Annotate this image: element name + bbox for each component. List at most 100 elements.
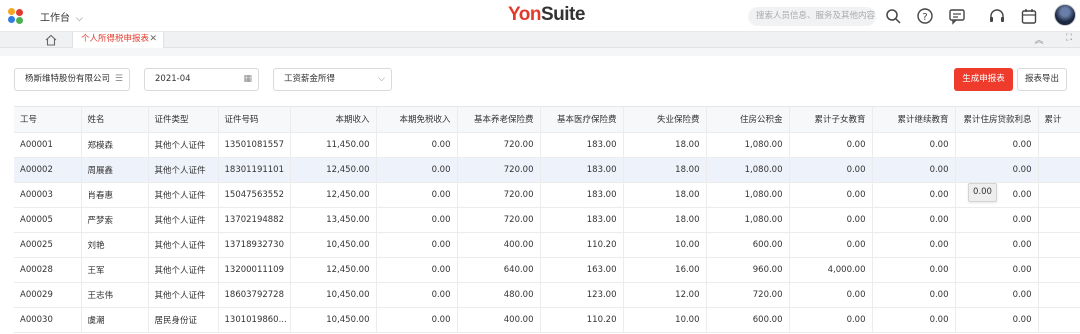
table-cell: 0.00	[955, 257, 1039, 283]
income-type-value: 工资薪金所得	[284, 74, 336, 84]
table-cell: 13702194882	[218, 207, 291, 233]
table-cell: 0.00	[789, 307, 873, 333]
table-cell: 10,450.00	[290, 232, 377, 258]
table-cell: 0.00	[872, 257, 956, 283]
svg-text:?: ?	[922, 12, 927, 23]
table-row[interactable]: A00002 周展鑫 其他个人证件 18301191101 12,450.00 0.00 7…	[14, 157, 1080, 183]
table-cell	[1038, 307, 1080, 333]
column-header[interactable]: 姓名	[81, 107, 149, 133]
table-cell: 其他个人证件	[148, 132, 219, 158]
column-header[interactable]: 证件号码	[218, 107, 291, 133]
column-header[interactable]: 基本医疗保险费	[540, 107, 624, 133]
table-cell: 12,450.00	[290, 182, 377, 208]
table-row[interactable]: A00028 王军 其他个人证件 13200011109 12,450.00 0.00 64…	[14, 257, 1080, 283]
table-cell	[1038, 257, 1080, 283]
table-cell: 0.00	[376, 307, 458, 333]
column-header[interactable]: 工号	[14, 107, 82, 133]
value-tooltip: 0.00	[968, 183, 997, 202]
close-icon[interactable]: ✕	[149, 32, 157, 47]
table-row[interactable]: A00001 郑模森 其他个人证件 13501081557 11,450.00 0.00 7…	[14, 132, 1080, 158]
column-header[interactable]: 累计住房贷款利息	[955, 107, 1039, 133]
table-row[interactable]: A00005 严梦索 其他个人证件 13702194882 13,450.00 0.00 7…	[14, 207, 1080, 233]
period-picker[interactable]: 2021-04 ▦	[144, 68, 259, 91]
table-cell: 0.00	[955, 232, 1039, 258]
table-cell: 16.00	[623, 257, 707, 283]
table-header-row: 工号 姓名 证件类型 证件号码 本期收入 本期免税收入 基本养老保险费 基本医疗保险费 失业保险…	[14, 107, 1080, 133]
avatar[interactable]	[1054, 4, 1076, 26]
table-cell: 183.00	[540, 132, 624, 158]
app-logo-icon[interactable]	[8, 8, 24, 24]
table-cell: 123.00	[540, 282, 624, 308]
table-cell: 13718932730	[218, 232, 291, 258]
help-icon[interactable]: ?	[916, 7, 934, 25]
table-row[interactable]: A00003 肖春惠 其他个人证件 15047563552 12,450.00 0.00 7…	[14, 182, 1080, 208]
table-cell: 0.00	[955, 207, 1039, 233]
column-header[interactable]: 累计继续教育	[872, 107, 956, 133]
table-cell: 0.00	[872, 157, 956, 183]
column-header[interactable]: 住房公积金	[706, 107, 790, 133]
company-select[interactable]: 杨斯维特股份有限公司 ☰	[14, 68, 130, 91]
table-cell: 郑模森	[81, 132, 149, 158]
table-cell: 虞潮	[81, 307, 149, 333]
table-cell: 0.00	[955, 132, 1039, 158]
table-cell: 10,450.00	[290, 307, 377, 333]
table-cell: 12.00	[623, 282, 707, 308]
table-cell: 183.00	[540, 157, 624, 183]
table-cell: 1,080.00	[706, 157, 790, 183]
table-cell: 0.00	[872, 182, 956, 208]
table-cell: 王军	[81, 257, 149, 283]
table-cell: 王志伟	[81, 282, 149, 308]
table-cell: 0.00	[872, 207, 956, 233]
calendar-icon[interactable]	[1020, 7, 1038, 25]
column-header[interactable]: 累计子女教育	[789, 107, 873, 133]
column-header[interactable]: 累计	[1038, 107, 1080, 133]
search-icon[interactable]	[884, 7, 902, 25]
column-header[interactable]: 本期收入	[290, 107, 377, 133]
table-cell: 12,450.00	[290, 257, 377, 283]
message-icon[interactable]	[948, 7, 966, 25]
table-cell: 18.00	[623, 182, 707, 208]
table-cell: 18.00	[623, 207, 707, 233]
table-cell: 0.00	[872, 132, 956, 158]
tab-tax-report[interactable]: 个人所得税申报表 ✕	[72, 32, 164, 48]
table-cell: A00005	[14, 207, 82, 233]
collapse-icon[interactable]: ︽	[1032, 33, 1046, 47]
table-cell: 0.00	[872, 307, 956, 333]
fullscreen-icon[interactable]: ⛶	[1062, 33, 1076, 47]
table-cell: A00025	[14, 232, 82, 258]
column-header[interactable]: 证件类型	[148, 107, 219, 133]
export-report-button[interactable]: 报表导出	[1017, 68, 1067, 91]
table-cell: A00029	[14, 282, 82, 308]
table-cell	[1038, 132, 1080, 158]
home-icon[interactable]	[44, 33, 58, 47]
table-cell: 720.00	[457, 182, 541, 208]
main-content: 杨斯维特股份有限公司 ☰ 2021-04 ▦ 工资薪金所得 ⌵ 生成申报表 报表…	[0, 56, 1080, 334]
table-cell: 0.00	[789, 282, 873, 308]
column-header[interactable]: 本期免税收入	[376, 107, 458, 133]
table-cell: 400.00	[457, 307, 541, 333]
table-cell: 720.00	[457, 132, 541, 158]
table-cell: 12,450.00	[290, 157, 377, 183]
period-value: 2021-04	[155, 74, 191, 84]
tab-bar: 个人所得税申报表 ✕ ︽ ⛶	[0, 32, 1080, 48]
table-row[interactable]: A00025 刘艳 其他个人证件 13718932730 10,450.00 0.00 40…	[14, 232, 1080, 258]
income-type-select[interactable]: 工资薪金所得 ⌵	[273, 68, 392, 91]
headset-icon[interactable]	[988, 7, 1006, 25]
table-cell: 0.00	[376, 207, 458, 233]
table-cell: 其他个人证件	[148, 232, 219, 258]
table-row[interactable]: A00029 王志伟 其他个人证件 18603792728 10,450.00 0.00 4…	[14, 282, 1080, 308]
search-input[interactable]: 搜索人员信息、服务及其他内容	[748, 7, 876, 26]
table-cell: 10.00	[623, 307, 707, 333]
generate-report-button[interactable]: 生成申报表	[954, 68, 1013, 91]
workbench-menu[interactable]: 工作台 ⌵	[40, 9, 83, 24]
table-cell: 960.00	[706, 257, 790, 283]
column-header[interactable]: 基本养老保险费	[457, 107, 541, 133]
table-cell: 1301019860...	[218, 307, 291, 333]
table-row[interactable]: A00030 虞潮 居民身份证 1301019860... 10,450.00 0.00 4…	[14, 307, 1080, 333]
list-icon: ☰	[114, 74, 123, 84]
table-cell: 肖春惠	[81, 182, 149, 208]
table-cell: 0.00	[789, 207, 873, 233]
table-cell: 13501081557	[218, 132, 291, 158]
column-header[interactable]: 失业保险费	[623, 107, 707, 133]
brand-logo: YonSuite	[508, 4, 585, 25]
